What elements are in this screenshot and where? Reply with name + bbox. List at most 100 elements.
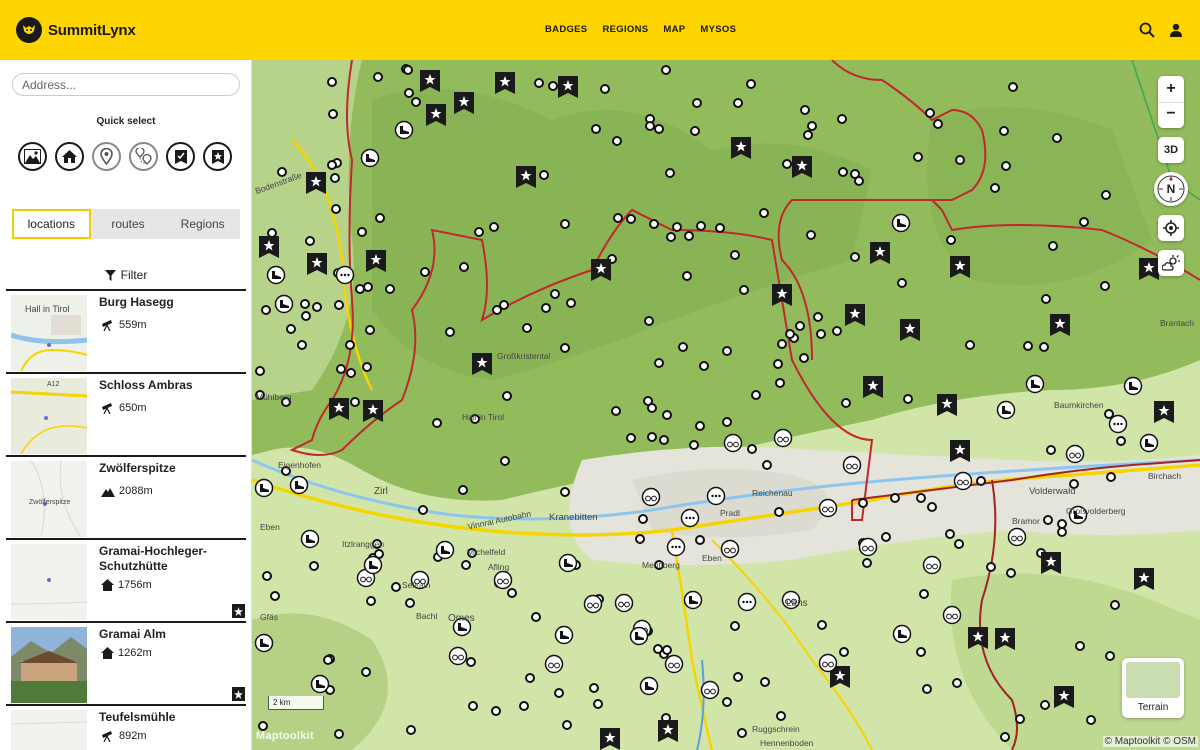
poi-marker[interactable] — [858, 498, 868, 508]
poi-marker[interactable] — [722, 417, 732, 427]
poi-marker[interactable] — [696, 221, 706, 231]
poi-marker[interactable] — [662, 645, 672, 655]
search-icon[interactable] — [1137, 20, 1157, 40]
hiking-marker[interactable] — [360, 148, 380, 168]
poi-marker[interactable] — [1105, 651, 1115, 661]
poi-marker[interactable] — [502, 391, 512, 401]
poi-marker[interactable] — [965, 340, 975, 350]
summit-badge-marker[interactable] — [516, 166, 536, 188]
poi-marker[interactable] — [649, 219, 659, 229]
poi-marker[interactable] — [305, 236, 315, 246]
poi-marker[interactable] — [689, 440, 699, 450]
poi-marker[interactable] — [952, 678, 962, 688]
summit-badge-marker[interactable] — [658, 720, 678, 742]
poi-marker[interactable] — [1110, 600, 1120, 610]
poi-marker[interactable] — [539, 170, 549, 180]
poi-marker[interactable] — [1057, 519, 1067, 529]
poi-marker[interactable] — [411, 97, 421, 107]
summit-badge-marker[interactable] — [968, 627, 988, 649]
list-item[interactable]: Zwölferspitze Zwölferspitze 2088m — [6, 455, 246, 538]
poi-marker[interactable] — [837, 114, 847, 124]
poi-marker[interactable] — [365, 325, 375, 335]
summit-badge-marker[interactable] — [950, 440, 970, 462]
summit-badge-marker[interactable] — [950, 256, 970, 278]
poi-marker[interactable] — [1086, 715, 1096, 725]
summit-badge-marker[interactable] — [995, 628, 1015, 650]
poi-marker[interactable] — [751, 390, 761, 400]
nav-regions[interactable]: REGIONS — [602, 24, 648, 35]
summit-badge-marker[interactable] — [1154, 401, 1174, 423]
poi-marker[interactable] — [635, 534, 645, 544]
hiking-marker[interactable] — [996, 400, 1016, 420]
poi-marker[interactable] — [554, 688, 564, 698]
3d-toggle-button[interactable]: 3D — [1158, 137, 1184, 163]
poi-marker[interactable] — [1106, 472, 1116, 482]
poi-marker[interactable] — [795, 321, 805, 331]
hiking-marker[interactable] — [683, 590, 703, 610]
poi-marker[interactable] — [695, 535, 705, 545]
poi-marker[interactable] — [800, 105, 810, 115]
poi-marker[interactable] — [903, 394, 913, 404]
summit-badge-marker[interactable] — [426, 104, 446, 126]
poi-marker[interactable] — [350, 397, 360, 407]
poi-marker[interactable] — [916, 647, 926, 657]
hiking-marker[interactable] — [558, 553, 578, 573]
tab-routes[interactable]: routes — [91, 209, 166, 239]
poi-marker[interactable] — [309, 561, 319, 571]
hiking-marker[interactable] — [639, 676, 659, 696]
poi-marker[interactable] — [611, 406, 621, 416]
hiking-marker[interactable] — [629, 626, 649, 646]
poi-marker[interactable] — [346, 368, 356, 378]
poi-marker[interactable] — [647, 432, 657, 442]
poi-marker[interactable] — [690, 126, 700, 136]
poi-marker[interactable] — [491, 706, 501, 716]
poi-marker[interactable] — [612, 136, 622, 146]
poi-marker[interactable] — [499, 300, 509, 310]
poi-marker[interactable] — [813, 312, 823, 322]
list-item[interactable]: Hall in Tirol Burg Hasegg 559m — [6, 289, 246, 372]
quick-select-hut[interactable] — [55, 142, 84, 171]
poi-marker[interactable] — [1001, 161, 1011, 171]
poi-marker[interactable] — [1075, 641, 1085, 651]
poi-marker[interactable] — [334, 300, 344, 310]
poi-marker[interactable] — [653, 644, 663, 654]
poi-marker[interactable] — [881, 532, 891, 542]
poi-marker[interactable] — [297, 340, 307, 350]
summit-badge-marker[interactable] — [259, 236, 279, 258]
hiking-marker[interactable] — [435, 540, 455, 560]
quick-select-badge-star[interactable] — [203, 142, 232, 171]
poi-marker[interactable] — [1000, 732, 1010, 742]
poi-marker[interactable] — [733, 672, 743, 682]
poi-marker[interactable] — [715, 223, 725, 233]
poi-marker[interactable] — [548, 81, 558, 91]
bike-marker[interactable] — [1065, 444, 1085, 464]
poi-marker[interactable] — [747, 444, 757, 454]
poi-marker[interactable] — [1008, 82, 1018, 92]
poi-marker[interactable] — [990, 183, 1000, 193]
nav-mysos[interactable]: MYSOS — [700, 24, 736, 35]
poi-marker[interactable] — [531, 612, 541, 622]
poi-marker[interactable] — [432, 418, 442, 428]
compass-button[interactable]: N — [1154, 172, 1188, 206]
filter-button[interactable]: Filter — [0, 268, 251, 282]
poi-marker[interactable] — [593, 699, 603, 709]
hiking-marker[interactable] — [554, 625, 574, 645]
summit-badge-marker[interactable] — [307, 253, 327, 275]
summit-badge-marker[interactable] — [863, 376, 883, 398]
poi-marker[interactable] — [654, 124, 664, 134]
poi-marker[interactable] — [445, 327, 455, 337]
poi-marker[interactable] — [458, 485, 468, 495]
summit-badge-marker[interactable] — [731, 137, 751, 159]
poi-marker[interactable] — [420, 267, 430, 277]
poi-marker[interactable] — [695, 421, 705, 431]
poi-marker[interactable] — [1116, 436, 1126, 446]
poi-marker[interactable] — [418, 505, 428, 515]
poi-marker[interactable] — [355, 284, 365, 294]
poi-marker[interactable] — [255, 366, 265, 376]
summit-badge-marker[interactable] — [306, 172, 326, 194]
bike-marker[interactable] — [723, 433, 743, 453]
poi-marker[interactable] — [890, 493, 900, 503]
poi-marker[interactable] — [933, 119, 943, 129]
poi-marker[interactable] — [665, 168, 675, 178]
poi-marker[interactable] — [661, 65, 671, 75]
